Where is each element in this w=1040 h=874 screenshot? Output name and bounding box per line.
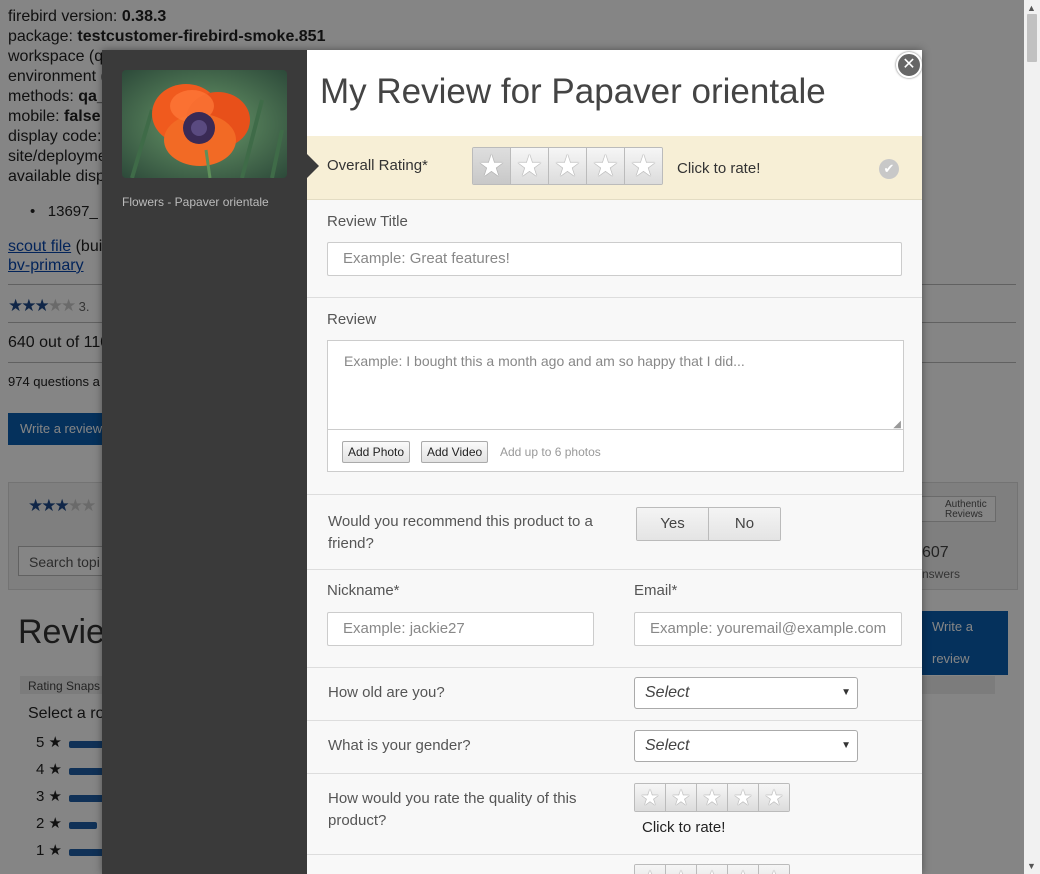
star-icon[interactable]: ★ (666, 865, 697, 874)
modal-header: My Review for Papaver orientale (307, 50, 922, 136)
star-icon[interactable]: ★ (759, 865, 789, 874)
overall-rating-section: Overall Rating* ★ ★ ★ ★ ★ Click to rate!… (307, 136, 922, 200)
star-icon[interactable]: ★ (511, 148, 549, 184)
add-video-button[interactable]: Add Video (421, 441, 489, 463)
dropdown-caret-icon: ▼ (841, 687, 851, 698)
no-button[interactable]: No (709, 508, 780, 540)
scrollbar-thumb[interactable] (1027, 14, 1037, 62)
star-icon[interactable]: ★ (473, 148, 511, 184)
quality-question: How would you rate the quality of this p… (328, 790, 577, 829)
email-label: Email* (634, 582, 678, 599)
star-icon[interactable]: ★ (697, 865, 728, 874)
gender-select[interactable]: Select ▼ (634, 730, 858, 762)
recommend-section: Would you recommend this product to a fr… (307, 495, 922, 570)
star-icon[interactable]: ★ (635, 784, 666, 811)
review-body-section: Review Example: I bought this a month ag… (307, 298, 922, 495)
overall-rating-label: Overall Rating* (327, 157, 428, 174)
star-icon[interactable]: ★ (697, 784, 728, 811)
page-scrollbar[interactable]: ▲ ▼ (1024, 0, 1040, 874)
check-icon: ✔ (879, 159, 899, 179)
recommend-toggle[interactable]: Yes No (636, 507, 781, 541)
product-sidebar: Flowers - Papaver orientale (102, 50, 307, 874)
click-to-rate: Click to rate! (677, 160, 761, 177)
scroll-up-icon[interactable]: ▲ (1027, 3, 1036, 13)
quality-rating-stars[interactable]: ★ ★ ★ ★ ★ (634, 783, 790, 812)
product-image (122, 70, 287, 178)
nickname-label: Nickname* (327, 582, 400, 599)
dropdown-caret-icon: ▼ (841, 740, 851, 751)
review-label: Review (327, 311, 377, 328)
overall-rating-stars[interactable]: ★ ★ ★ ★ ★ (472, 147, 663, 185)
quality-click-to-rate: Click to rate! (642, 819, 726, 836)
close-icon[interactable]: ✕ (896, 52, 922, 78)
review-title-section: Review Title Example: Great features! (307, 200, 922, 298)
gender-section: What is your gender? Select ▼ (307, 721, 922, 774)
add-photo-button[interactable]: Add Photo (342, 441, 411, 463)
review-modal: Flowers - Papaver orientale My Review fo… (102, 50, 922, 874)
quality-section: How would you rate the quality of this p… (307, 774, 922, 855)
identity-section: Nickname* Example: jackie27 Email* Examp… (307, 570, 922, 668)
star-icon[interactable]: ★ (635, 865, 666, 874)
resize-grip-icon[interactable]: ◢ (893, 419, 901, 430)
email-input[interactable]: Example: youremail@example.com (634, 612, 902, 646)
review-form: My Review for Papaver orientale Overall … (307, 50, 922, 874)
review-title-label: Review Title (327, 213, 408, 230)
star-icon[interactable]: ★ (549, 148, 587, 184)
star-icon[interactable]: ★ (759, 784, 789, 811)
age-select[interactable]: Select ▼ (634, 677, 858, 709)
photo-hint: Add up to 6 photos (500, 445, 601, 459)
scroll-down-icon[interactable]: ▼ (1027, 861, 1036, 871)
age-section: How old are you? Select ▼ (307, 668, 922, 721)
recommend-question: Would you recommend this product to a fr… (328, 513, 593, 552)
gender-question: What is your gender? (328, 737, 471, 754)
review-textarea-wrap: Example: I bought this a month ago and a… (327, 340, 904, 472)
star-icon[interactable]: ★ (728, 865, 759, 874)
modal-title: My Review for Papaver orientale (320, 72, 826, 111)
product-caption: Flowers - Papaver orientale (122, 195, 269, 209)
review-title-input[interactable]: Example: Great features! (327, 242, 902, 276)
star-icon[interactable]: ★ (625, 148, 662, 184)
yes-button[interactable]: Yes (637, 508, 709, 540)
review-textarea[interactable]: Example: I bought this a month ago and a… (328, 341, 903, 430)
pointer-notch (307, 154, 319, 178)
star-icon[interactable]: ★ (587, 148, 625, 184)
nickname-input[interactable]: Example: jackie27 (327, 612, 594, 646)
star-icon[interactable]: ★ (666, 784, 697, 811)
next-rating-stars[interactable]: ★ ★ ★ ★ ★ (634, 864, 790, 874)
age-question: How old are you? (328, 684, 445, 701)
star-icon[interactable]: ★ (728, 784, 759, 811)
